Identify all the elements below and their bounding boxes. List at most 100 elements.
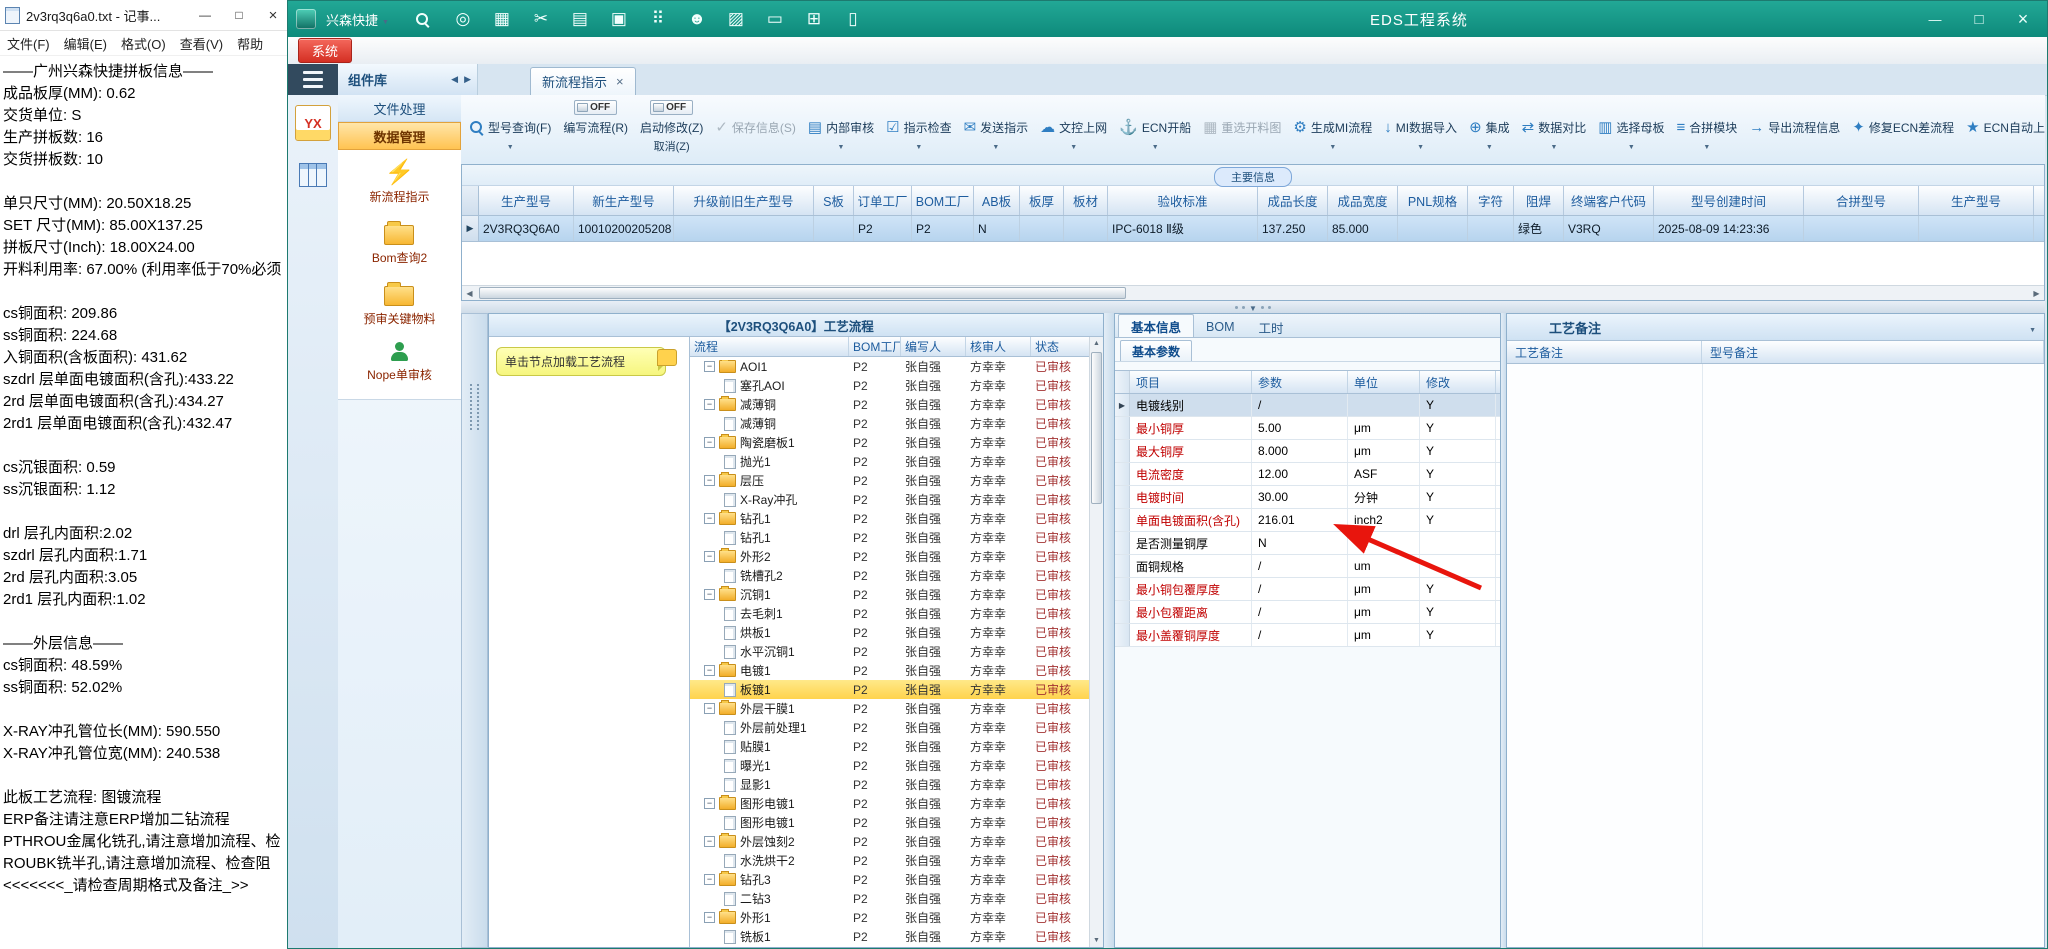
tree-row[interactable]: 去毛刺1 P2 张自强 方幸幸 已审核	[690, 604, 1089, 623]
param-value[interactable]: /	[1252, 555, 1348, 577]
toolbar-button-3[interactable]: ✓ 保存信息(S)	[709, 97, 802, 166]
tree-row[interactable]: − 钻孔1 P2 张自强 方幸幸 已审核	[690, 509, 1089, 528]
scroll-right-icon[interactable]	[2029, 289, 2044, 298]
tree-row[interactable]: − 外形2 P2 张自强 方幸幸 已审核	[690, 547, 1089, 566]
tree-row[interactable]: − 图形电镀1 P2 张自强 方幸幸 已审核	[690, 794, 1089, 813]
tree-row[interactable]: − 层压 P2 张自强 方幸幸 已审核	[690, 471, 1089, 490]
params-row[interactable]: 最大铜厚 8.000 μm Y	[1115, 440, 1500, 463]
monitor-icon[interactable]: ▭	[766, 9, 784, 29]
toolbar-button-7[interactable]: ☁ 文控上网	[1034, 97, 1113, 166]
params-row[interactable]: 最小铜厚 5.00 μm Y	[1115, 417, 1500, 440]
tree-row[interactable]: 烘板1 P2 张自强 方幸幸 已审核	[690, 623, 1089, 642]
copy-icon[interactable]: ▣	[610, 9, 628, 29]
params-row[interactable]: 电镀线别/ Y	[1115, 394, 1500, 417]
tree-row[interactable]: 铣板1 P2 张自强 方幸幸 已审核	[690, 927, 1089, 946]
cells-icon[interactable]: ▤	[571, 9, 589, 29]
column-header-7[interactable]: 板厚	[1020, 186, 1064, 215]
tab-basic-params[interactable]: 基本参数	[1120, 340, 1193, 361]
dropdown-icon[interactable]	[992, 140, 999, 152]
params-row[interactable]: 单面电镀面积(含孔) 216.01 inch2 Y	[1115, 509, 1500, 532]
main-grid-selected-row[interactable]: 2V3RQ3Q6A010010200205208P2P2NIPC-6018 Ⅱ级…	[462, 216, 2044, 242]
toolbar-button-2[interactable]: OFF 启动修改(Z) 取消(Z)	[634, 97, 709, 166]
notepad-menu-item[interactable]: 文件(F)	[0, 34, 57, 53]
param-value[interactable]: 30.00	[1252, 486, 1348, 508]
notepad-menu-item[interactable]: 格式(O)	[114, 34, 173, 53]
param-value[interactable]: /	[1252, 601, 1348, 623]
dropdown-icon[interactable]	[915, 140, 922, 152]
quick-access-label[interactable]: 兴森快捷	[326, 10, 389, 29]
tree-row[interactable]: 水洗烘干2 P2 张自强 方幸幸 已审核	[690, 851, 1089, 870]
column-header-12[interactable]: PNL规格	[1398, 186, 1468, 215]
column-header-15[interactable]: 终端客户代码	[1564, 186, 1654, 215]
scroll-left-icon[interactable]	[462, 289, 477, 298]
off-toggle[interactable]: OFF	[574, 100, 618, 115]
vertical-splitter-1[interactable]	[1104, 313, 1114, 948]
toolbar-button-15[interactable]: ≡ 合拼模块	[1670, 97, 1743, 166]
tree-row[interactable]: − 钻孔3 P2 张自强 方幸幸 已审核	[690, 870, 1089, 889]
collapse-left-icon[interactable]	[451, 74, 458, 85]
expand-icon[interactable]: −	[704, 589, 715, 600]
notepad-menu-item[interactable]: 查看(V)	[173, 34, 230, 53]
params-row[interactable]: 最小铜包覆厚度 / μm Y	[1115, 578, 1500, 601]
flow-side-strip[interactable]	[461, 313, 488, 948]
tree-row[interactable]: 板镀1 P2 张自强 方幸幸 已审核	[690, 680, 1089, 699]
toolbar-button-10[interactable]: ⚙ 生成MI流程	[1287, 97, 1378, 166]
toolbar-button-14[interactable]: ▥ 选择母板	[1592, 97, 1670, 166]
dropdown-icon[interactable]	[1486, 140, 1493, 152]
toolbar-button-16[interactable]: → 导出流程信息	[1743, 97, 1846, 166]
column-header-14[interactable]: 阻焊	[1514, 186, 1564, 215]
expand-icon[interactable]: −	[704, 361, 715, 372]
tree-row[interactable]: 外层前处理1 P2 张自强 方幸幸 已审核	[690, 718, 1089, 737]
tree-row[interactable]: 抛光1 P2 张自强 方幸幸 已审核	[690, 452, 1089, 471]
close-button[interactable]	[2001, 1, 2045, 37]
param-value[interactable]: N	[1252, 532, 1348, 554]
params-row[interactable]: 电镀时间 30.00 分钟 Y	[1115, 486, 1500, 509]
param-value[interactable]: 8.000	[1252, 440, 1348, 462]
tree-row[interactable]: 贴膜1 P2 张自强 方幸幸 已审核	[690, 737, 1089, 756]
expand-icon[interactable]: −	[704, 437, 715, 448]
dropdown-icon[interactable]	[1703, 140, 1710, 152]
column-header-10[interactable]: 成品长度	[1258, 186, 1328, 215]
data-management-button[interactable]: 数据管理	[338, 122, 461, 150]
toolbar-button-1[interactable]: OFF 编写流程(R)	[557, 97, 634, 166]
expand-icon[interactable]: −	[704, 399, 715, 410]
tree-row[interactable]: 减薄铜 P2 张自强 方幸幸 已审核	[690, 414, 1089, 433]
expand-icon[interactable]: −	[704, 798, 715, 809]
toolbar-button-0[interactable]: 型号查询(F)	[463, 97, 557, 166]
tree-row[interactable]: − 陶瓷磨板1 P2 张自强 方幸幸 已审核	[690, 433, 1089, 452]
notes-empty-body[interactable]	[1507, 364, 2044, 947]
data-grid-icon[interactable]	[299, 163, 327, 187]
toolbar-sub-label[interactable]: 取消(Z)	[654, 138, 690, 154]
tree-row[interactable]: 水平沉铜1 P2 张自强 方幸幸 已审核	[690, 642, 1089, 661]
tree-row[interactable]: − 外形1 P2 张自强 方幸幸 已审核	[690, 908, 1089, 927]
sidebar-item-3[interactable]: Nope单审核	[367, 342, 432, 383]
dropdown-icon[interactable]	[1550, 140, 1557, 152]
dropdown-icon[interactable]	[507, 140, 514, 152]
toolbar-button-5[interactable]: ☑ 指示检查	[880, 97, 957, 166]
user-icon[interactable]: ☻	[688, 9, 706, 29]
toolbar-button-4[interactable]: ▤ 内部审核	[802, 97, 880, 166]
notepad-menu-item[interactable]: 编辑(E)	[57, 34, 114, 53]
scroll-down-icon[interactable]	[1093, 934, 1100, 947]
param-value[interactable]: /	[1252, 578, 1348, 600]
column-header-2[interactable]: 升级前旧生产型号	[674, 186, 814, 215]
expand-icon[interactable]: −	[704, 912, 715, 923]
toolbar-button-8[interactable]: ⚓ ECN开船	[1113, 97, 1197, 166]
column-header-17[interactable]: 合拼型号	[1804, 186, 1919, 215]
column-header-18[interactable]: 生产型号	[1919, 186, 2034, 215]
column-header-5[interactable]: BOM工厂	[912, 186, 974, 215]
scrollbar-thumb[interactable]	[479, 287, 1126, 299]
pin-panel-icon[interactable]	[464, 74, 471, 85]
params-row[interactable]: 最小盖覆铜厚度 / μm Y	[1115, 624, 1500, 647]
table-icon[interactable]: ▦	[493, 9, 511, 29]
tree-row[interactable]: − 外层蚀刻2 P2 张自强 方幸幸 已审核	[690, 832, 1089, 851]
notepad-close-button[interactable]	[259, 1, 287, 29]
tab-new-flow-instruction[interactable]: 新流程指示	[530, 67, 636, 95]
toolbar-button-18[interactable]: ★ECN自动上网	[1960, 97, 2045, 166]
column-header-8[interactable]: 板材	[1064, 186, 1108, 215]
tree-row[interactable]: − 减薄铜 P2 张自强 方幸幸 已审核	[690, 395, 1089, 414]
yx-logo-icon[interactable]: YX	[295, 105, 331, 141]
column-header-3[interactable]: S板	[814, 186, 854, 215]
toolbar-button-17[interactable]: ✦ 修复ECN差流程	[1846, 97, 1960, 166]
sidebar-item-0[interactable]: ⚡ 新流程指示	[369, 161, 429, 205]
